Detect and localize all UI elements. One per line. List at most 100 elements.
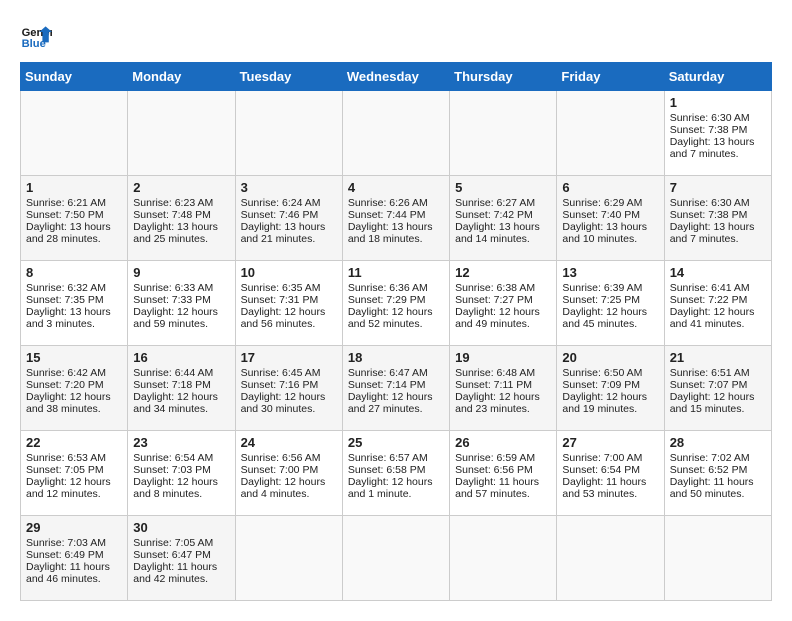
sunset-label: Sunset: 7:42 PM bbox=[455, 209, 533, 221]
calendar-cell bbox=[450, 516, 557, 601]
day-number: 27 bbox=[562, 435, 658, 450]
calendar-cell: 10 Sunrise: 6:35 AMSunset: 7:31 PMDayligh… bbox=[235, 261, 342, 346]
calendar-cell: 12Sunrise: 6:38 AMSunset: 7:27 PMDayligh… bbox=[450, 261, 557, 346]
daylight-label: Daylight: 12 hours and 15 minutes. bbox=[670, 391, 755, 415]
sunrise-label: Sunrise: 6:44 AM bbox=[133, 367, 213, 379]
calendar-week-row: 22Sunrise: 6:53 AMSunset: 7:05 PMDayligh… bbox=[21, 431, 772, 516]
calendar-cell: 27Sunrise: 7:00 AMSunset: 6:54 PMDayligh… bbox=[557, 431, 664, 516]
calendar-cell: 8Sunrise: 6:32 AMSunset: 7:35 PMDaylight… bbox=[21, 261, 128, 346]
sunset-label: Sunset: 7:20 PM bbox=[26, 379, 104, 391]
sunset-label: Sunset: 7:40 PM bbox=[562, 209, 640, 221]
calendar-day-header: Tuesday bbox=[235, 63, 342, 91]
daylight-label: Daylight: 12 hours and 59 minutes. bbox=[133, 306, 218, 330]
calendar-day-header: Monday bbox=[128, 63, 235, 91]
sunset-label: Sunset: 6:52 PM bbox=[670, 464, 748, 476]
calendar-cell: 16Sunrise: 6:44 AMSunset: 7:18 PMDayligh… bbox=[128, 346, 235, 431]
calendar-cell bbox=[557, 91, 664, 176]
daylight-label: Daylight: 13 hours and 10 minutes. bbox=[562, 221, 647, 245]
daylight-label: Daylight: 12 hours and 12 minutes. bbox=[26, 476, 111, 500]
calendar-week-row: 1Sunrise: 6:30 AMSunset: 7:38 PMDaylight… bbox=[21, 91, 772, 176]
sunrise-label: Sunrise: 6:53 AM bbox=[26, 452, 106, 464]
calendar-cell: 5Sunrise: 6:27 AMSunset: 7:42 PMDaylight… bbox=[450, 176, 557, 261]
daylight-label: Daylight: 13 hours and 25 minutes. bbox=[133, 221, 218, 245]
calendar-day-header: Saturday bbox=[664, 63, 771, 91]
sunset-label: Sunset: 7:16 PM bbox=[241, 379, 319, 391]
daylight-label: Daylight: 12 hours and 19 minutes. bbox=[562, 391, 647, 415]
daylight-label: Daylight: 12 hours and 4 minutes. bbox=[241, 476, 326, 500]
sunset-label: Sunset: 6:54 PM bbox=[562, 464, 640, 476]
daylight-label: Daylight: 12 hours and 27 minutes. bbox=[348, 391, 433, 415]
daylight-label: Daylight: 12 hours and 45 minutes. bbox=[562, 306, 647, 330]
sunrise-label: Sunrise: 6:57 AM bbox=[348, 452, 428, 464]
sunrise-label: Sunrise: 7:03 AM bbox=[26, 537, 106, 549]
sunrise-label: Sunrise: 6:42 AM bbox=[26, 367, 106, 379]
calendar-body: 1Sunrise: 6:30 AMSunset: 7:38 PMDaylight… bbox=[21, 91, 772, 601]
daylight-label: Daylight: 12 hours and 34 minutes. bbox=[133, 391, 218, 415]
day-number: 7 bbox=[670, 180, 766, 195]
sunrise-label: Sunrise: 7:05 AM bbox=[133, 537, 213, 549]
calendar-day-header: Wednesday bbox=[342, 63, 449, 91]
sunrise-label: Sunrise: 6:23 AM bbox=[133, 197, 213, 209]
sunrise-label: Sunrise: 6:35 AM bbox=[241, 282, 321, 294]
sunset-label: Sunset: 7:03 PM bbox=[133, 464, 211, 476]
calendar-cell bbox=[342, 91, 449, 176]
sunset-label: Sunset: 7:09 PM bbox=[562, 379, 640, 391]
sunset-label: Sunset: 7:22 PM bbox=[670, 294, 748, 306]
calendar-cell bbox=[21, 91, 128, 176]
sunset-label: Sunset: 7:25 PM bbox=[562, 294, 640, 306]
day-number: 12 bbox=[455, 265, 551, 280]
daylight-label: Daylight: 11 hours and 57 minutes. bbox=[455, 476, 539, 500]
sunset-label: Sunset: 7:44 PM bbox=[348, 209, 426, 221]
day-number: 19 bbox=[455, 350, 551, 365]
sunset-label: Sunset: 7:38 PM bbox=[670, 124, 748, 136]
calendar-cell: 6Sunrise: 6:29 AMSunset: 7:40 PMDaylight… bbox=[557, 176, 664, 261]
calendar-week-row: 1Sunrise: 6:21 AMSunset: 7:50 PMDaylight… bbox=[21, 176, 772, 261]
daylight-label: Daylight: 12 hours and 38 minutes. bbox=[26, 391, 111, 415]
calendar-cell: 26Sunrise: 6:59 AMSunset: 6:56 PMDayligh… bbox=[450, 431, 557, 516]
sunrise-label: Sunrise: 6:59 AM bbox=[455, 452, 535, 464]
daylight-label: Daylight: 13 hours and 3 minutes. bbox=[26, 306, 111, 330]
sunset-label: Sunset: 7:00 PM bbox=[241, 464, 319, 476]
day-number: 21 bbox=[670, 350, 766, 365]
sunset-label: Sunset: 7:07 PM bbox=[670, 379, 748, 391]
calendar-cell: 21 Sunrise: 6:51 AMSunset: 7:07 PMDayligh… bbox=[664, 346, 771, 431]
calendar-week-row: 8Sunrise: 6:32 AMSunset: 7:35 PMDaylight… bbox=[21, 261, 772, 346]
sunrise-label: Sunrise: 6:47 AM bbox=[348, 367, 428, 379]
daylight-label: Daylight: 13 hours and 18 minutes. bbox=[348, 221, 433, 245]
daylight-label: Daylight: 13 hours and 7 minutes. bbox=[670, 221, 755, 245]
sunset-label: Sunset: 7:27 PM bbox=[455, 294, 533, 306]
calendar-day-header: Sunday bbox=[21, 63, 128, 91]
sunset-label: Sunset: 7:05 PM bbox=[26, 464, 104, 476]
calendar-cell: 13Sunrise: 6:39 AMSunset: 7:25 PMDayligh… bbox=[557, 261, 664, 346]
sunset-label: Sunset: 7:38 PM bbox=[670, 209, 748, 221]
sunrise-label: Sunrise: 6:29 AM bbox=[562, 197, 642, 209]
calendar-cell: 23Sunrise: 6:54 AMSunset: 7:03 PMDayligh… bbox=[128, 431, 235, 516]
calendar-cell: 11Sunrise: 6:36 AMSunset: 7:29 PMDayligh… bbox=[342, 261, 449, 346]
calendar-cell: 1Sunrise: 6:30 AMSunset: 7:38 PMDaylight… bbox=[664, 91, 771, 176]
daylight-label: Daylight: 12 hours and 56 minutes. bbox=[241, 306, 326, 330]
daylight-label: Daylight: 12 hours and 52 minutes. bbox=[348, 306, 433, 330]
calendar-cell: 30Sunrise: 7:05 AMSunset: 6:47 PMDayligh… bbox=[128, 516, 235, 601]
calendar-cell bbox=[450, 91, 557, 176]
day-number: 10 bbox=[241, 265, 337, 280]
sunrise-label: Sunrise: 6:32 AM bbox=[26, 282, 106, 294]
calendar-week-row: 29Sunrise: 7:03 AMSunset: 6:49 PMDayligh… bbox=[21, 516, 772, 601]
day-number: 9 bbox=[133, 265, 229, 280]
calendar-cell: 18Sunrise: 6:47 AMSunset: 7:14 PMDayligh… bbox=[342, 346, 449, 431]
sunset-label: Sunset: 7:14 PM bbox=[348, 379, 426, 391]
daylight-label: Daylight: 11 hours and 46 minutes. bbox=[26, 561, 110, 585]
sunrise-label: Sunrise: 6:30 AM bbox=[670, 197, 750, 209]
calendar-table: SundayMondayTuesdayWednesdayThursdayFrid… bbox=[20, 62, 772, 601]
daylight-label: Daylight: 12 hours and 49 minutes. bbox=[455, 306, 540, 330]
day-number: 30 bbox=[133, 520, 229, 535]
calendar-cell: 14Sunrise: 6:41 AMSunset: 7:22 PMDayligh… bbox=[664, 261, 771, 346]
sunset-label: Sunset: 7:31 PM bbox=[241, 294, 319, 306]
day-number: 25 bbox=[348, 435, 444, 450]
daylight-label: Daylight: 11 hours and 50 minutes. bbox=[670, 476, 754, 500]
sunrise-label: Sunrise: 6:51 AM bbox=[670, 367, 750, 379]
sunset-label: Sunset: 7:18 PM bbox=[133, 379, 211, 391]
day-number: 14 bbox=[670, 265, 766, 280]
calendar-cell: 1Sunrise: 6:21 AMSunset: 7:50 PMDaylight… bbox=[21, 176, 128, 261]
sunrise-label: Sunrise: 6:21 AM bbox=[26, 197, 106, 209]
calendar-cell: 7 Sunrise: 6:30 AMSunset: 7:38 PMDaylight… bbox=[664, 176, 771, 261]
